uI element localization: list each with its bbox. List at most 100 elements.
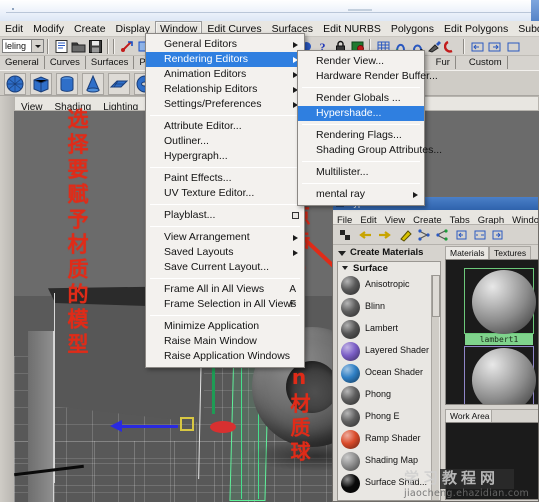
viewport-menu-lighting[interactable]: Lighting	[97, 101, 144, 110]
material-item[interactable]: Blinn	[340, 297, 432, 319]
new-scene-icon[interactable]	[54, 39, 69, 54]
menu-subdiv-surfaces[interactable]: Subdiv Surfaces	[513, 21, 539, 36]
window-menu-item-save-current-layout[interactable]: Save Current Layout...	[146, 260, 304, 275]
hypershade-menu-windo[interactable]: Windo	[508, 214, 538, 224]
material-swatch-icon[interactable]	[341, 342, 360, 361]
move-manipulator-x-arrow[interactable]	[110, 420, 122, 432]
hypershade-menu-file[interactable]: File	[333, 214, 356, 224]
material-swatch-icon[interactable]	[341, 452, 360, 471]
window-menu-item-saved-layouts[interactable]: Saved Layouts	[146, 245, 304, 260]
hypershade-menu-view[interactable]: View	[381, 214, 409, 224]
polygon-sphere-icon[interactable]	[4, 73, 26, 95]
tab-work-area[interactable]: Work Area	[445, 409, 495, 422]
viewport-menu-view[interactable]: View	[15, 101, 49, 110]
rendering-menu-item-shading-group-attributes[interactable]: Shading Group Attributes...	[298, 143, 442, 158]
rendering-menu-item-hypershade[interactable]: Hypershade...	[298, 106, 424, 121]
rendering-menu-item-mental-ray[interactable]: mental ray	[298, 187, 424, 202]
shelf-tab-custom[interactable]: Custom	[464, 56, 508, 69]
show-both-icon[interactable]	[473, 228, 487, 242]
hypershade-menu-tabs[interactable]: Tabs	[446, 214, 474, 224]
move-manipulator-z-axis[interactable]	[210, 421, 236, 433]
polygon-plane-icon[interactable]	[108, 73, 130, 95]
material-item[interactable]: Lambert	[340, 319, 432, 341]
window-menu-item-general-editors[interactable]: General Editors	[146, 37, 304, 52]
material-swatch-icon[interactable]	[341, 474, 360, 493]
material-swatch-icon[interactable]	[341, 386, 360, 405]
paint-brush-icon[interactable]	[427, 39, 442, 54]
menu-set-combo[interactable]: leling	[2, 39, 44, 53]
model-left-pillar[interactable]	[28, 331, 54, 502]
hypershade-menu-graph[interactable]: Graph	[474, 214, 508, 224]
menu-edit-nurbs[interactable]: Edit NURBS	[318, 21, 386, 36]
create-materials-header[interactable]: Create Materials	[334, 246, 444, 260]
hypershade-window[interactable]: Hypershade FileEditViewCreateTabsGraphWi…	[332, 196, 539, 502]
hypershade-menu-create[interactable]: Create	[409, 214, 446, 224]
shelf-tab-general[interactable]: General	[0, 56, 45, 69]
rendering-menu-item-rendering-flags[interactable]: Rendering Flags...	[298, 128, 424, 143]
shelf-tab-curves[interactable]: Curves	[45, 56, 86, 69]
window-menu-item-frame-all-in-all-views[interactable]: Frame All in All Views A	[146, 282, 304, 297]
material-item[interactable]: Anisotropic	[340, 275, 432, 297]
menu-edit-polygons[interactable]: Edit Polygons	[439, 21, 513, 36]
shelf-tab-fur[interactable]: Fur	[431, 56, 456, 69]
material-swatch-icon[interactable]	[341, 364, 360, 383]
material-item[interactable]: Ramp Shader	[340, 429, 432, 451]
hypershade-menu-bar[interactable]: File Edit View Create Tabs Graph Windo	[333, 210, 538, 225]
window-menu-item-outliner[interactable]: Outliner...	[146, 134, 304, 149]
hypershade-create-panel[interactable]: Create Materials Surface Anisotropic Blin…	[334, 246, 444, 501]
window-menu-item-raise-application-windows[interactable]: Raise Application Windows	[146, 349, 304, 364]
polygon-cylinder-icon[interactable]	[56, 73, 78, 95]
material-item[interactable]: Ocean Shader	[340, 363, 432, 385]
rendering-menu-item-render-view[interactable]: Render View...	[298, 54, 424, 69]
material-swatch-lambert1[interactable]	[472, 270, 536, 334]
chevron-down-icon[interactable]	[31, 40, 43, 52]
select-by-hierarchy-icon[interactable]	[120, 39, 135, 54]
window-menu-item-playblast[interactable]: Playblast...	[146, 208, 304, 223]
menu-polygons[interactable]: Polygons	[386, 21, 439, 36]
rendering-menu-item-multilister[interactable]: Multilister...	[298, 165, 424, 180]
material-swatch-icon[interactable]	[341, 320, 360, 339]
window-menu-item-paint-effects[interactable]: Paint Effects...	[146, 171, 304, 186]
window-menu-item-relationship-editors[interactable]: Relationship Editors	[146, 82, 304, 97]
sidebar-both-icon[interactable]	[487, 39, 502, 54]
window-menu-item-settings-preferences[interactable]: Settings/Preferences	[146, 97, 304, 112]
magnet-u-icon[interactable]	[443, 39, 459, 54]
window-menu-item-animation-editors[interactable]: Animation Editors	[146, 67, 304, 82]
rendering-menu-item-hardware-render-buffer[interactable]: Hardware Render Buffer...	[298, 69, 438, 84]
menu-create[interactable]: Create	[69, 21, 111, 36]
polygon-cube-icon[interactable]	[30, 73, 52, 95]
material-item[interactable]: Phong E	[340, 407, 432, 429]
save-scene-icon[interactable]	[88, 39, 103, 54]
menu-modify[interactable]: Modify	[28, 21, 69, 36]
show-top-bottom-icon[interactable]	[338, 228, 352, 242]
polygon-cone-icon[interactable]	[82, 73, 104, 95]
open-scene-icon[interactable]	[71, 39, 86, 54]
show-upstream-icon[interactable]	[455, 228, 469, 242]
material-swatch-icon[interactable]	[341, 298, 360, 317]
back-arrow-icon[interactable]	[359, 228, 373, 242]
rendering-menu-item-render-globals[interactable]: Render Globals ...	[298, 91, 424, 106]
window-menu-item-uv-texture-editor[interactable]: UV Texture Editor...	[146, 186, 304, 201]
material-swatch-icon[interactable]	[341, 408, 360, 427]
window-menu-item-view-arrangement[interactable]: View Arrangement	[146, 230, 304, 245]
window-menu-item-frame-selection-in-all-views[interactable]: Frame Selection in All Views F	[146, 297, 304, 312]
material-list-scrollbar[interactable]	[431, 275, 440, 500]
window-menu-item-hypergraph[interactable]: Hypergraph...	[146, 149, 304, 164]
window-menu-item-raise-main-window[interactable]: Raise Main Window	[146, 334, 304, 349]
hypershade-browser-panel[interactable]: Materials Textures lambert1	[445, 246, 538, 406]
move-manipulator-x-axis[interactable]	[114, 425, 178, 428]
window-menu-item-rendering-editors[interactable]: Rendering Editors	[146, 52, 304, 67]
material-swatch-icon[interactable]	[341, 430, 360, 449]
window-menu-item-minimize-application[interactable]: Minimize Application	[146, 319, 304, 334]
menu-edit[interactable]: Edit	[0, 21, 28, 36]
option-box-icon[interactable]	[292, 212, 299, 219]
hypershade-toolbar[interactable]	[333, 225, 538, 245]
tab-materials[interactable]: Materials	[445, 246, 490, 259]
material-item[interactable]: Phong	[340, 385, 432, 407]
tab-textures[interactable]: Textures	[489, 246, 532, 259]
surface-group-header[interactable]: Surface	[338, 262, 440, 275]
shelf-tab-surfaces[interactable]: Surfaces	[86, 56, 135, 69]
material-swatch-2[interactable]	[472, 348, 536, 404]
move-manipulator-center-handle[interactable]	[180, 417, 194, 431]
browser-tab-row[interactable]: Materials Textures	[445, 246, 538, 259]
